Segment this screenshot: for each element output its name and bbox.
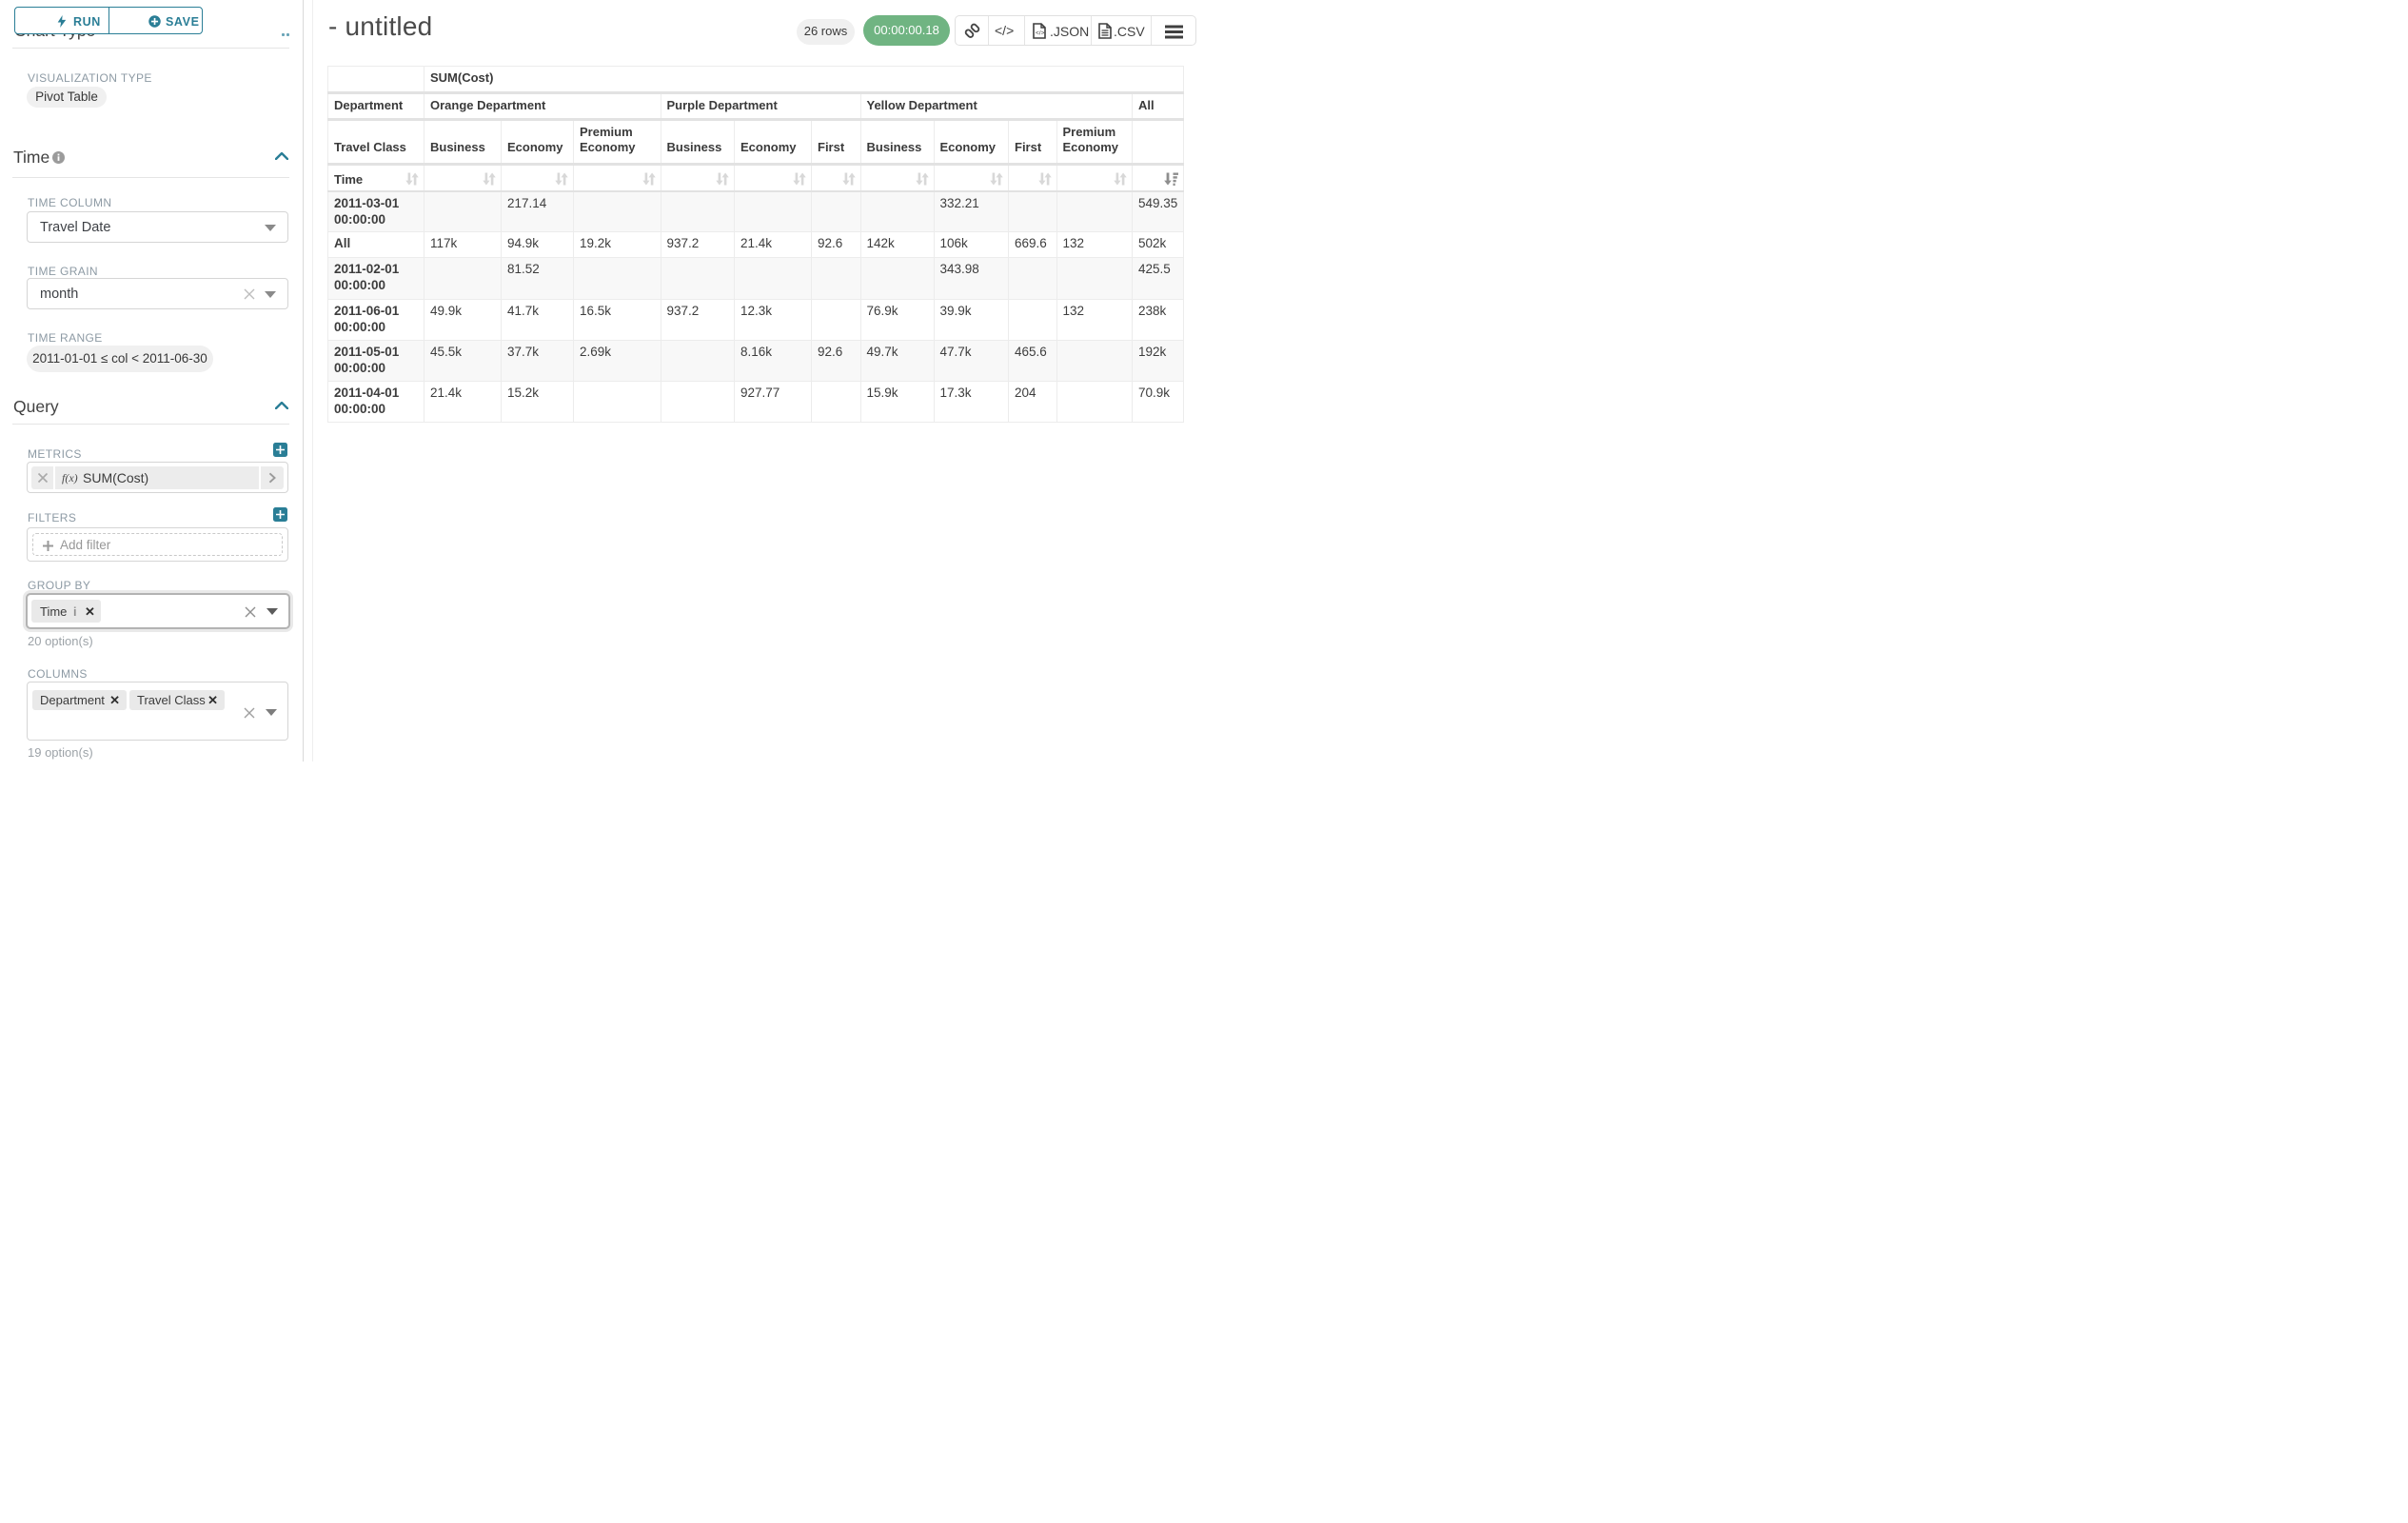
svg-text:</>: </> bbox=[1036, 30, 1045, 37]
